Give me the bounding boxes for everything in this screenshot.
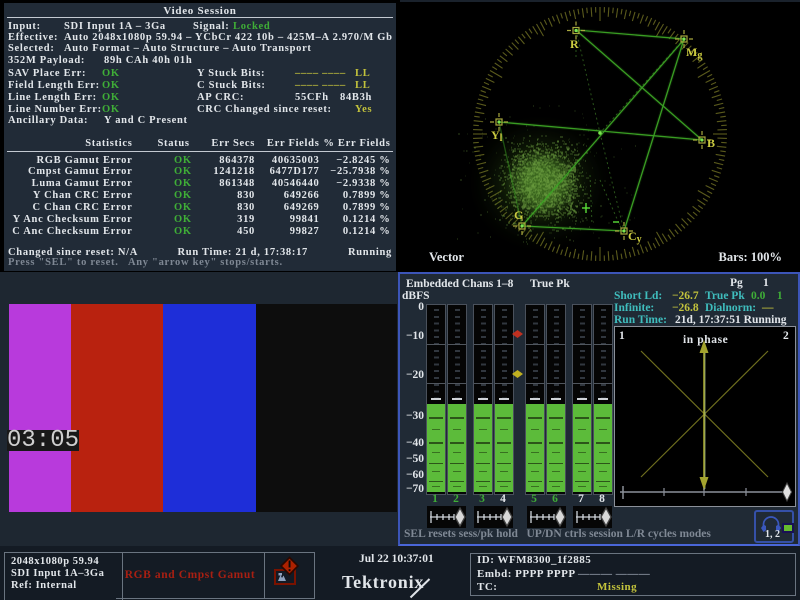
svg-text:R: R bbox=[570, 37, 579, 51]
svg-text:Cy: Cy bbox=[628, 229, 642, 245]
svg-text:G: G bbox=[514, 208, 523, 222]
svg-text:Mg: Mg bbox=[686, 45, 702, 61]
svg-text:B: B bbox=[707, 136, 715, 150]
